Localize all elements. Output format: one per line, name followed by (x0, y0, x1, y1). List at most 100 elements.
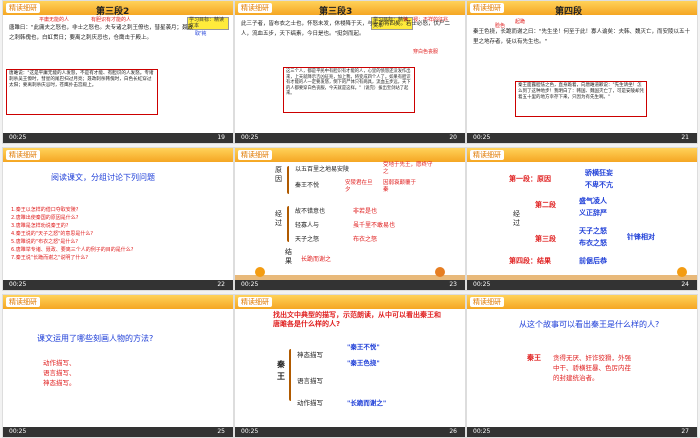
slide-footer: 00:25 24 (467, 280, 697, 290)
slide-header: 精读细研 (467, 295, 697, 309)
event-item: 以五百里之地易安陵 (295, 166, 350, 173)
translation-box: 唐雎说："这是平庸无能的人发怒，不是有才能、有胆识的人发怒。专诸刺杀吴王僚时，彗… (6, 69, 158, 115)
annotation: 取'钝 (195, 31, 207, 37)
question-item: 1.秦王以怎样的借口夺取安陵? (11, 207, 79, 213)
slide-number: 19 (217, 134, 225, 141)
bracket (287, 206, 289, 242)
description-quote: "秦王色挠" (347, 359, 380, 367)
slide-21[interactable]: 精读细研 第四段 起跪 脸色 秦王色挠，长跪而谢之曰："先生坐！何至于此！寡人谕… (467, 1, 697, 143)
slide-header: 精读细研 (235, 148, 465, 162)
time-label: 00:25 (241, 134, 259, 141)
event-item: 故不错意也 (295, 208, 326, 215)
header-tag: 精读细研 (470, 297, 504, 307)
time-label: 00:25 (473, 281, 491, 288)
slide-title: 阅读课文，分组讨论下列问题 (51, 173, 155, 182)
section-label: 第三段 (535, 235, 556, 243)
subject-label: 秦王 (277, 360, 285, 381)
response-item: 虽千里不敢易也 (353, 222, 396, 229)
answer-text: 贪得无厌、奸诈狡猾，外强中干、骄横狂暴、色厉内荏的封建统治者。 (553, 354, 631, 382)
response-item: 非若是也 (353, 208, 378, 215)
header-tag: 精读细研 (238, 150, 272, 160)
translation-text: 这三个人，都是平民中有胆识有才能的人，心里的愤怒还没发作出来，上天就降示吉凶征兆… (286, 69, 411, 96)
question-list: 1.秦王以怎样的借口夺取安陵? 2.唐雎出使秦国的原因是什么? 3.唐雎是怎样劝… (11, 206, 191, 262)
slide-title: 第三段2 (96, 7, 130, 17)
header-tag: 精读细研 (470, 3, 504, 13)
response-item: 安陵君在旦夕 (345, 180, 373, 193)
annotation: 穿白色丧服 (413, 49, 439, 55)
trait-item: 前倨后恭 (579, 257, 607, 265)
translation-text: 唐雎说："这是平庸无能的人发怒，不是有才能、有胆识的人发怒。专诸刺杀吴王僚时，彗… (9, 71, 154, 88)
slide-number: 24 (681, 281, 689, 288)
question-item: 3.唐雎是怎样劝说秦王的? (11, 223, 69, 229)
label-result: 结果 (285, 248, 292, 265)
header-tag: 精读细研 (6, 150, 40, 160)
slide-25[interactable]: 精读细研 课文运用了哪些刻画人物的方法? 动作描写、 语言描写、 神态描写。 0… (3, 295, 233, 437)
slide-title: 第三段3 (319, 7, 353, 17)
slide-number: 26 (449, 428, 457, 435)
header-tag: 精读细研 (238, 3, 272, 13)
slide-26[interactable]: 精读细研 找出文中典型的描写，示范朗读，从中可以看出秦王和唐雎各是什么样的人? … (235, 295, 465, 437)
classical-text: 秦王色挠，长跪而谢之曰："先生坐！何至于此！寡人谕矣：夫韩、魏灭亡，而安陵以五十… (473, 29, 691, 45)
trait-item: 针锋相对 (627, 233, 655, 241)
slide-footer: 00:25 21 (467, 133, 697, 143)
slide-footer: 00:25 20 (235, 133, 465, 143)
answer-item: 神态描写。 (43, 379, 76, 387)
time-label: 00:25 (473, 428, 491, 435)
slide-20[interactable]: 精读细研 第三段3 学习目标：精读文本 休、祲：不祥的征兆 穿白色丧服 此三子者… (235, 1, 465, 143)
time-label: 00:25 (9, 428, 27, 435)
header-tag: 精读细研 (238, 297, 272, 307)
slide-number: 25 (217, 428, 225, 435)
slide-23[interactable]: 精读细研 原因 经过 结果 以五百里之地易安陵 秦王不悦 故不错意也 轻寡人与 … (235, 148, 465, 290)
label-process: 经过 (275, 210, 282, 227)
question: 找出文中典型的描写，示范朗读，从中可以看出秦王和唐雎各是什么样的人? (273, 311, 441, 328)
description-type: 神态描写 (297, 351, 323, 359)
trait-item: 布衣之怒 (579, 239, 607, 247)
event-item: 天子之怒 (295, 236, 320, 243)
process-label: 经过 (513, 210, 520, 227)
description-type: 语言描写 (297, 377, 323, 385)
slide-header: 精读细研 (467, 148, 697, 162)
annotation: 起跪 (515, 19, 526, 25)
response-item: 因弱衰颠覆于秦 (383, 180, 417, 193)
bracket (289, 349, 291, 401)
slide-22[interactable]: 精读细研 阅读课文，分组讨论下列问题 1.秦王以怎样的借口夺取安陵? 2.唐雎出… (3, 148, 233, 290)
time-label: 00:25 (473, 134, 491, 141)
section-label: 第二段 (535, 201, 556, 209)
question-item: 7.秦王说"长跪而谢之"说明了什么? (11, 255, 89, 261)
slide-footer: 00:25 23 (235, 280, 465, 290)
section-label: 第一段：原因 (509, 175, 551, 183)
header-tag: 精读细研 (470, 150, 504, 160)
slide-19[interactable]: 精读细研 第三段2 学习目标：精读文本 平庸无能的人 有胆识有才能的人 取'钝 … (3, 1, 233, 143)
slide-number: 21 (681, 134, 689, 141)
slide-24[interactable]: 精读细研 第一段：原因 经过 第二段 第三段 第四段：结果 骄横狂妄 不卑不亢 … (467, 148, 697, 290)
response-item: 布衣之怒 (353, 236, 378, 243)
bracket (287, 166, 289, 194)
trait-item: 盛气凌人 (579, 197, 607, 205)
subject-label: 秦王 (527, 354, 541, 362)
event-item: 秦王不悦 (295, 182, 320, 189)
slide-grid: 精读细研 第三段2 学习目标：精读文本 平庸无能的人 有胆识有才能的人 取'钝 … (0, 0, 700, 438)
time-label: 00:25 (241, 281, 259, 288)
answer-item: 动作描写、 (43, 359, 76, 367)
trait-item: 天子之怒 (579, 227, 607, 235)
response-item: 受地于先王，愿终守之 (383, 162, 433, 175)
time-label: 00:25 (9, 281, 27, 288)
event-item: 轻寡人与 (295, 222, 320, 229)
trait-item: 不卑不亢 (585, 181, 613, 189)
question: 课文运用了哪些刻画人物的方法? (37, 334, 154, 343)
section-label: 第四段：结果 (509, 257, 551, 265)
question-item: 2.唐雎出使秦国的原因是什么? (11, 215, 79, 221)
slide-number: 20 (449, 134, 457, 141)
question-item: 4.秦王说的"天子之怒"的意思是什么? (11, 231, 94, 237)
label-cause: 原因 (275, 166, 282, 183)
slide-header: 精读细研 (235, 295, 465, 309)
translation-text: 秦王面露胆怯之色，直身跪着，向唐雎道歉说："先生请坐！怎么到了这种地步！我明白了… (518, 83, 644, 100)
question-item: 6.唐雎举专诸、聂政、要离三个人的例子的目的是什么? (11, 247, 134, 253)
translation-box: 秦王面露胆怯之色，直身跪着，向唐雎道歉说："先生请坐！怎么到了这种地步！我明白了… (515, 81, 647, 117)
time-label: 00:25 (241, 428, 259, 435)
event-item: 长跪而谢之 (301, 256, 332, 263)
answer-item: 语言描写、 (43, 369, 76, 377)
slide-number: 22 (217, 281, 225, 288)
slide-27[interactable]: 精读细研 从这个故事可以看出秦王是什么样的人? 秦王 贪得无厌、奸诈狡猾，外强中… (467, 295, 697, 437)
slide-footer: 00:25 19 (3, 133, 233, 143)
